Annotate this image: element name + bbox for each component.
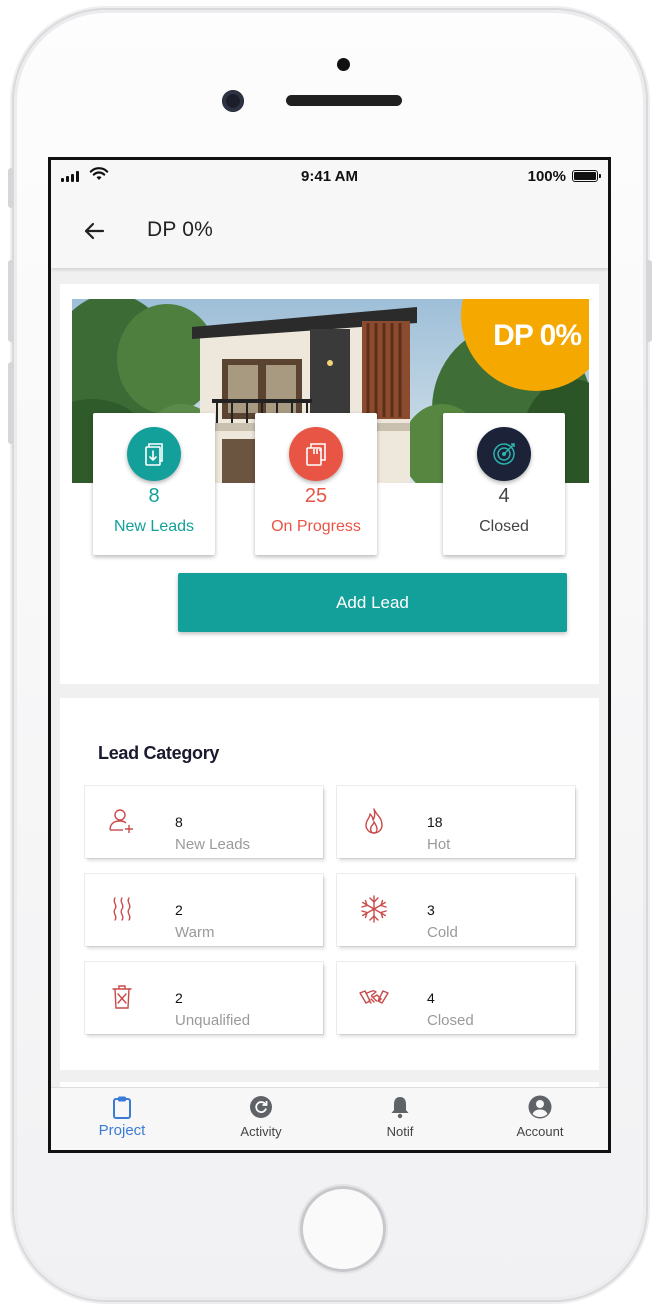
status-time: 9:41 AM bbox=[301, 168, 358, 185]
page-title: DP 0% bbox=[147, 218, 213, 241]
handshake-icon bbox=[359, 990, 389, 1004]
project-summary-card: DP 0% 8 New Leads 25 On Progress 4 Close… bbox=[60, 284, 599, 684]
bottom-navigation: Project Activity Notif Account bbox=[51, 1087, 608, 1150]
nav-label: Account bbox=[516, 1124, 564, 1139]
category-label: Closed bbox=[427, 1012, 474, 1029]
back-arrow-icon[interactable] bbox=[79, 216, 109, 246]
nav-activity[interactable]: Activity bbox=[201, 1094, 321, 1139]
nav-label: Activity bbox=[240, 1124, 282, 1139]
snowflake-icon bbox=[361, 895, 387, 923]
screen: 9:41 AM 100% DP 0% DP 0% 8 New Leads 25 … bbox=[48, 157, 611, 1153]
status-bar: 9:41 AM 100% bbox=[51, 160, 608, 194]
battery-percent: 100% bbox=[527, 168, 566, 185]
refresh-icon bbox=[250, 1096, 272, 1118]
stat-label: On Progress bbox=[271, 518, 361, 535]
stat-label: Closed bbox=[479, 518, 529, 535]
category-label: Cold bbox=[427, 924, 458, 941]
volume-up-button bbox=[8, 260, 14, 342]
fire-icon bbox=[365, 808, 383, 834]
add-user-icon bbox=[109, 809, 133, 833]
stat-value: 8 bbox=[148, 485, 160, 507]
category-label: Unqualified bbox=[175, 1012, 251, 1029]
battery-icon bbox=[572, 170, 601, 182]
category-hot[interactable]: 18 Hot bbox=[337, 786, 575, 858]
category-label: Warm bbox=[175, 924, 215, 941]
add-lead-button[interactable]: Add Lead bbox=[178, 573, 567, 632]
heat-waves-icon bbox=[113, 897, 131, 921]
nav-label: Notif bbox=[386, 1124, 414, 1139]
lead-category-card: Lead Category 8 New Leads 18 Hot 2 Warm … bbox=[60, 698, 599, 1070]
category-label: New Leads bbox=[175, 836, 251, 853]
front-camera bbox=[222, 90, 244, 112]
category-unqualified[interactable]: 2 Unqualified bbox=[85, 962, 323, 1034]
nav-account[interactable]: Account bbox=[480, 1094, 600, 1139]
category-label: Hot bbox=[427, 836, 451, 853]
category-closed[interactable]: 4 Closed bbox=[337, 962, 575, 1034]
stat-value: 4 bbox=[498, 485, 510, 507]
earpiece-speaker bbox=[286, 95, 402, 106]
document-progress-icon bbox=[289, 427, 343, 481]
category-value: 8 bbox=[175, 814, 183, 830]
clipboard-icon bbox=[113, 1096, 131, 1119]
proximity-sensor bbox=[337, 58, 350, 71]
target-icon bbox=[477, 427, 531, 481]
promo-badge-text: DP 0% bbox=[493, 319, 582, 352]
nav-notif[interactable]: Notif bbox=[340, 1094, 460, 1139]
stat-card-on-progress[interactable]: 25 On Progress bbox=[255, 413, 377, 555]
category-value: 2 bbox=[175, 902, 183, 918]
category-value: 2 bbox=[175, 990, 183, 1006]
app-bar: DP 0% bbox=[51, 194, 608, 268]
account-icon bbox=[528, 1095, 552, 1119]
category-value: 3 bbox=[427, 902, 435, 918]
mute-switch bbox=[8, 168, 14, 208]
nav-project[interactable]: Project bbox=[62, 1094, 182, 1139]
home-button[interactable] bbox=[300, 1186, 386, 1272]
stat-label: New Leads bbox=[113, 518, 195, 535]
category-value: 4 bbox=[427, 990, 435, 1006]
category-value: 18 bbox=[427, 814, 443, 830]
category-cold[interactable]: 3 Cold bbox=[337, 874, 575, 946]
stat-card-closed[interactable]: 4 Closed bbox=[443, 413, 565, 555]
volume-down-button bbox=[8, 362, 14, 444]
trash-icon bbox=[112, 985, 132, 1009]
category-new-leads[interactable]: 8 New Leads bbox=[85, 786, 323, 858]
download-document-icon bbox=[127, 427, 181, 481]
category-warm[interactable]: 2 Warm bbox=[85, 874, 323, 946]
power-button bbox=[646, 260, 652, 342]
bell-icon bbox=[391, 1097, 409, 1119]
nav-label: Project bbox=[98, 1122, 146, 1139]
section-title: Lead Category bbox=[98, 743, 220, 763]
stat-card-new-leads[interactable]: 8 New Leads bbox=[93, 413, 215, 555]
stat-value: 25 bbox=[304, 485, 328, 507]
